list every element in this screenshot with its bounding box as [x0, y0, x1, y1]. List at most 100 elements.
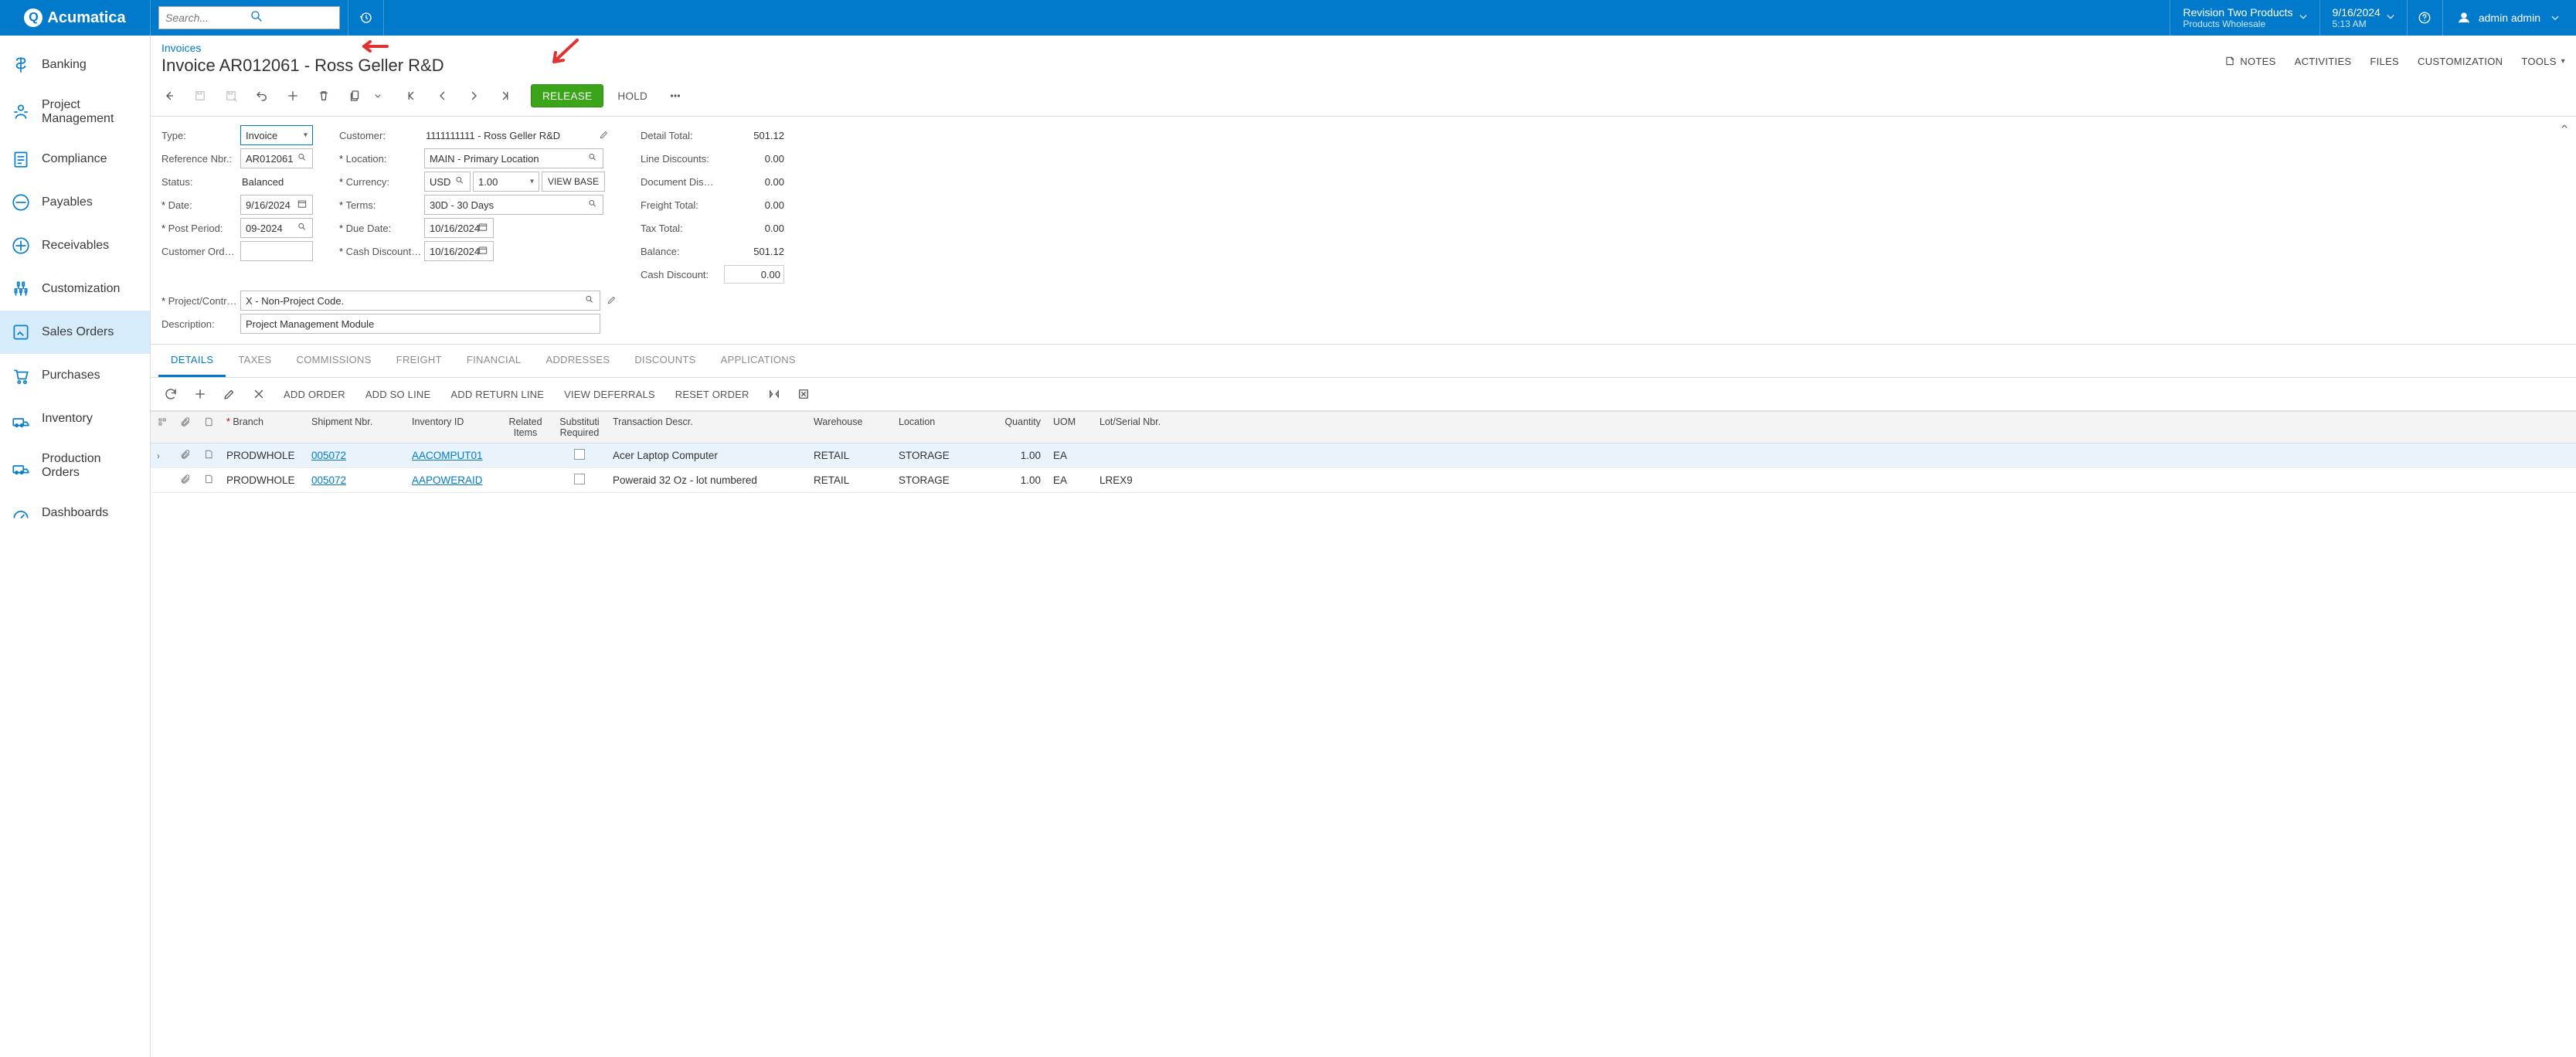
inventory-link[interactable]: AAPOWERAID — [412, 474, 483, 486]
save-button[interactable] — [186, 83, 214, 108]
next-button[interactable] — [460, 83, 488, 108]
col-subst[interactable]: Substituti Required — [552, 412, 607, 444]
column-config-button[interactable] — [762, 382, 787, 406]
add-return-line-button[interactable]: ADD RETURN LINE — [443, 382, 552, 406]
tab-freight[interactable]: FREIGHT — [384, 345, 454, 377]
notes-link[interactable]: NOTES — [2224, 56, 2275, 67]
paperclip-icon[interactable] — [180, 475, 191, 487]
sidebar-item-production-orders[interactable]: Production Orders — [0, 440, 150, 491]
first-button[interactable] — [398, 83, 426, 108]
tenant-selector[interactable]: Revision Two Products Products Wholesale — [2170, 0, 2319, 36]
tab-addresses[interactable]: ADDRESSES — [533, 345, 622, 377]
edit-customer-button[interactable] — [599, 129, 610, 142]
sidebar-item-sales-orders[interactable]: Sales Orders — [0, 311, 150, 354]
type-select[interactable]: Invoice▾ — [240, 125, 313, 145]
ref-input[interactable]: AR012061 — [240, 148, 313, 168]
note-col[interactable] — [197, 412, 220, 444]
delete-button[interactable] — [310, 83, 338, 108]
sidebar-item-purchases[interactable]: Purchases — [0, 354, 150, 397]
post-input[interactable]: 09-2024 — [240, 218, 313, 238]
view-deferrals-button[interactable]: VIEW DEFERRALS — [556, 382, 663, 406]
last-button[interactable] — [491, 83, 518, 108]
add-button[interactable] — [279, 83, 307, 108]
datetime-selector[interactable]: 9/16/2024 5:13 AM — [2319, 0, 2407, 36]
col-wh[interactable]: Warehouse — [807, 412, 892, 444]
col-txdesc[interactable]: Transaction Descr. — [607, 412, 807, 444]
date-input[interactable]: 9/16/2024 — [240, 195, 313, 215]
activities-link[interactable]: ACTIVITIES — [2295, 56, 2352, 67]
table-row[interactable]: PRODWHOLE 005072 AAPOWERAID Poweraid 32 … — [151, 468, 2576, 493]
tab-taxes[interactable]: TAXES — [226, 345, 284, 377]
attachment-col[interactable] — [174, 412, 197, 444]
search-input[interactable]: Search... — [158, 6, 340, 29]
refresh-button[interactable] — [158, 382, 183, 406]
tools-link[interactable]: TOOLS — [2521, 56, 2565, 67]
col-qty[interactable]: Quantity — [977, 412, 1047, 444]
paperclip-icon[interactable] — [180, 450, 191, 462]
tab-commissions[interactable]: COMMISSIONS — [284, 345, 384, 377]
add-row-button[interactable] — [188, 382, 212, 406]
rate-input[interactable]: 1.00▾ — [473, 172, 539, 192]
add-order-button[interactable]: ADD ORDER — [276, 382, 353, 406]
shipment-link[interactable]: 005072 — [311, 474, 346, 486]
col-uom[interactable]: UOM — [1047, 412, 1093, 444]
col-lot[interactable]: Lot/Serial Nbr. — [1093, 412, 2576, 444]
prev-button[interactable] — [429, 83, 457, 108]
add-so-line-button[interactable]: ADD SO LINE — [358, 382, 439, 406]
duedate-input[interactable]: 10/16/2024 — [424, 218, 494, 238]
inventory-link[interactable]: AACOMPUT01 — [412, 450, 483, 461]
col-shipment[interactable]: Shipment Nbr. — [305, 412, 406, 444]
release-button[interactable]: RELEASE — [531, 84, 603, 107]
row-selector-col[interactable] — [151, 412, 174, 444]
currency-input[interactable]: USD — [424, 172, 471, 192]
more-button[interactable] — [661, 83, 689, 108]
terms-input[interactable]: 30D - 30 Days — [424, 195, 603, 215]
subst-checkbox[interactable] — [574, 449, 585, 460]
history-button[interactable] — [348, 0, 384, 36]
sidebar-item-dashboards[interactable]: Dashboards — [0, 491, 150, 535]
note-icon[interactable] — [203, 449, 214, 460]
col-related[interactable]: Related Items — [498, 412, 552, 444]
copy-button[interactable] — [341, 83, 369, 108]
cashdiscdate-input[interactable]: 10/16/2024 — [424, 241, 494, 261]
location-input[interactable]: MAIN - Primary Location — [424, 148, 603, 168]
view-base-button[interactable]: VIEW BASE — [542, 172, 605, 192]
note-icon[interactable] — [203, 474, 214, 484]
edit-project-button[interactable] — [607, 294, 617, 308]
tab-discounts[interactable]: DISCOUNTS — [622, 345, 708, 377]
desc-input[interactable]: Project Management Module — [240, 314, 600, 334]
sidebar-item-banking[interactable]: Banking — [0, 43, 150, 87]
col-inventory[interactable]: Inventory ID — [406, 412, 498, 444]
save-close-button[interactable] — [217, 83, 245, 108]
sidebar-item-compliance[interactable]: Compliance — [0, 138, 150, 181]
hold-button[interactable]: HOLD — [607, 84, 658, 107]
tab-financial[interactable]: FINANCIAL — [454, 345, 534, 377]
files-link[interactable]: FILES — [2370, 56, 2399, 67]
user-menu[interactable]: admin admin — [2442, 0, 2576, 36]
breadcrumb[interactable]: Invoices — [161, 42, 444, 54]
cashdiscount-input[interactable]: 0.00 — [724, 265, 784, 284]
reset-order-button[interactable]: RESET ORDER — [668, 382, 757, 406]
delete-row-button[interactable] — [246, 382, 271, 406]
undo-button[interactable] — [248, 83, 276, 108]
row-expand-icon[interactable]: › — [157, 450, 160, 461]
help-button[interactable] — [2407, 0, 2442, 36]
col-loc[interactable]: Location — [892, 412, 977, 444]
sidebar-item-inventory[interactable]: Inventory — [0, 397, 150, 440]
table-row[interactable]: › PRODWHOLE 005072 AACOMPUT01 Acer Lapto… — [151, 444, 2576, 468]
sidebar-item-receivables[interactable]: Receivables — [0, 224, 150, 267]
sidebar-item-payables[interactable]: Payables — [0, 181, 150, 224]
customization-link[interactable]: CUSTOMIZATION — [2418, 56, 2503, 67]
col-branch[interactable]: Branch — [220, 412, 305, 444]
sidebar-item-customization[interactable]: Customization — [0, 267, 150, 311]
subst-checkbox[interactable] — [574, 474, 585, 484]
tab-applications[interactable]: APPLICATIONS — [709, 345, 808, 377]
shipment-link[interactable]: 005072 — [311, 450, 346, 461]
export-button[interactable] — [791, 382, 816, 406]
sidebar-item-project-management[interactable]: Project Management — [0, 87, 150, 138]
edit-row-button[interactable] — [217, 382, 242, 406]
collapse-button[interactable] — [2559, 121, 2570, 134]
copy-dropdown[interactable] — [372, 83, 384, 108]
back-button[interactable] — [155, 83, 183, 108]
custord-input[interactable] — [240, 241, 313, 261]
